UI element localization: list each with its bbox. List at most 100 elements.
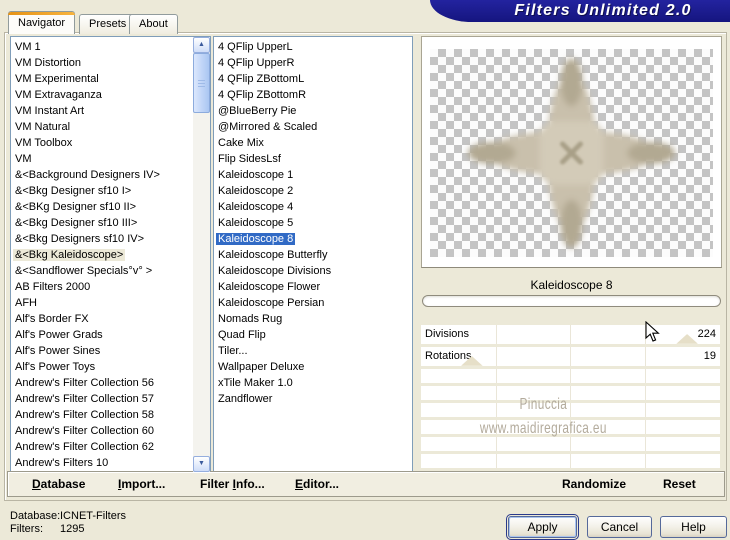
category-item[interactable]: Andrew's Filters 10 <box>13 456 190 472</box>
filter-item[interactable]: Nomads Rug <box>216 312 410 328</box>
filter-item[interactable]: 4 QFlip UpperR <box>216 56 410 72</box>
category-item-label: Andrew's Filter Collection 57 <box>15 393 155 405</box>
scrollbar-thumb[interactable] <box>193 53 210 113</box>
category-item[interactable]: &<Bkg Designer sf10 I> <box>13 184 190 200</box>
category-item[interactable]: &<Sandflower Specials°v° > <box>13 264 190 280</box>
slider-divisions[interactable]: Divisions 224 <box>421 325 720 344</box>
category-item-label: &<Background Designers IV> <box>15 169 160 181</box>
database-button[interactable]: Database <box>32 477 85 491</box>
tab-about[interactable]: About <box>129 14 178 34</box>
filter-item-label: Kaleidoscope Butterfly <box>218 249 328 261</box>
reset-button[interactable]: Reset <box>663 477 696 491</box>
category-item[interactable]: Andrew's Filter Collection 58 <box>13 408 190 424</box>
category-item[interactable]: Andrew's Filter Collection 60 <box>13 424 190 440</box>
preview-pane[interactable] <box>421 36 722 268</box>
filter-item[interactable]: Quad Flip <box>216 328 410 344</box>
category-item-label: &<Bkg Designers sf10 IV> <box>15 233 145 245</box>
category-item[interactable]: VM 1 <box>13 40 190 56</box>
category-item[interactable]: &<Bkg Designers sf10 IV> <box>13 232 190 248</box>
filter-item[interactable]: xTile Maker 1.0 <box>216 376 410 392</box>
filter-item[interactable]: Kaleidoscope Flower <box>216 280 410 296</box>
filter-item-label: Kaleidoscope Divisions <box>218 265 332 277</box>
filter-item[interactable]: Kaleidoscope 8 <box>216 232 410 248</box>
filter-item[interactable]: Kaleidoscope 1 <box>216 168 410 184</box>
filter-item[interactable]: Cake Mix <box>216 136 410 152</box>
slider-stack: Divisions 224 Rotations 19 <box>421 325 720 471</box>
filter-item[interactable]: Kaleidoscope Persian <box>216 296 410 312</box>
category-item[interactable]: &<BKg Designer sf10 II> <box>13 200 190 216</box>
filter-info-button[interactable]: Filter Info... <box>200 477 265 491</box>
category-item[interactable]: &<Bkg Kaleidoscope> <box>13 248 190 264</box>
category-item[interactable]: Andrew's Filter Collection 62 <box>13 440 190 456</box>
category-item[interactable]: Alf's Border FX <box>13 312 190 328</box>
cancel-button[interactable]: Cancel <box>587 516 652 538</box>
category-item[interactable]: Alf's Power Toys <box>13 360 190 376</box>
randomize-button[interactable]: Randomize <box>562 477 626 491</box>
category-item[interactable]: Andrew's Filter Collection 57 <box>13 392 190 408</box>
slider-row-empty <box>421 420 720 434</box>
category-item-label: &<Bkg Designer sf10 III> <box>15 217 138 229</box>
tab-about-label: About <box>139 18 168 30</box>
filter-item[interactable]: Kaleidoscope 5 <box>216 216 410 232</box>
tab-navigator-label: Navigator <box>18 17 66 29</box>
filter-item[interactable]: Kaleidoscope 2 <box>216 184 410 200</box>
tab-navigator[interactable]: Navigator <box>8 11 76 34</box>
filter-item-label: xTile Maker 1.0 <box>218 377 293 389</box>
filter-list[interactable]: 4 QFlip UpperL 4 QFlip UpperR 4 QFlip ZBot… <box>213 36 413 473</box>
category-item[interactable]: Alf's Power Sines <box>13 344 190 360</box>
category-item[interactable]: VM Natural <box>13 120 190 136</box>
editor-button[interactable]: Editor... <box>295 477 339 491</box>
category-item-label: Alf's Border FX <box>15 313 89 325</box>
category-item-label: VM Instant Art <box>15 105 85 117</box>
category-item-label: VM 1 <box>15 41 41 53</box>
category-item-label: VM Extravaganza <box>15 89 102 101</box>
filter-item[interactable]: 4 QFlip ZBottomL <box>216 72 410 88</box>
category-item[interactable]: VM Distortion <box>13 56 190 72</box>
filter-item[interactable]: Zandflower <box>216 392 410 408</box>
import-button[interactable]: Import... <box>118 477 165 491</box>
category-item-label: AFH <box>15 297 37 309</box>
slider-divisions-thumb[interactable] <box>676 334 699 344</box>
filter-item[interactable]: Flip SidesLsf <box>216 152 410 168</box>
filter-item[interactable]: Tiler... <box>216 344 410 360</box>
category-item-label: VM Distortion <box>15 57 82 69</box>
category-item[interactable]: Alf's Power Grads <box>13 328 190 344</box>
slider-divisions-label: Divisions <box>425 328 470 340</box>
scroll-up-icon[interactable]: ▲ <box>193 37 210 53</box>
help-button[interactable]: Help <box>660 516 727 538</box>
category-item[interactable]: AB Filters 2000 <box>13 280 190 296</box>
category-item[interactable]: &<Bkg Designer sf10 III> <box>13 216 190 232</box>
filter-item[interactable]: Kaleidoscope Divisions <box>216 264 410 280</box>
slider-row-empty <box>421 403 720 417</box>
apply-button[interactable]: Apply <box>506 514 579 540</box>
filter-item[interactable]: 4 QFlip ZBottomR <box>216 88 410 104</box>
category-item[interactable]: VM Experimental <box>13 72 190 88</box>
tab-presets[interactable]: Presets <box>79 14 137 34</box>
category-item[interactable]: &<Background Designers IV> <box>13 168 190 184</box>
filter-item[interactable]: Kaleidoscope Butterfly <box>216 248 410 264</box>
category-item[interactable]: VM <box>13 152 190 168</box>
filter-item-label: @BlueBerry Pie <box>218 105 297 117</box>
status-filters-label: Filters: <box>10 523 43 535</box>
filter-item[interactable]: 4 QFlip UpperL <box>216 40 410 56</box>
category-item[interactable]: VM Instant Art <box>13 104 190 120</box>
category-item[interactable]: Andrew's Filter Collection 56 <box>13 376 190 392</box>
filter-item-label: Kaleidoscope Flower <box>218 281 321 293</box>
filter-item-label: 4 QFlip UpperL <box>218 41 293 53</box>
category-item[interactable]: VM Toolbox <box>13 136 190 152</box>
filter-item[interactable]: @BlueBerry Pie <box>216 104 410 120</box>
filter-item[interactable]: @Mirrored & Scaled <box>216 120 410 136</box>
slider-row-empty <box>421 454 720 468</box>
category-list[interactable]: VM 1 VM Distortion VM Experimental VM Extra… <box>10 36 211 473</box>
filter-item[interactable]: Kaleidoscope 4 <box>216 200 410 216</box>
window-title: Filters Unlimited 2.0 <box>514 2 692 19</box>
slider-rotations[interactable]: Rotations 19 <box>421 347 720 366</box>
scroll-down-icon[interactable]: ▼ <box>193 456 210 472</box>
category-item-label: &<Sandflower Specials°v° > <box>15 265 153 277</box>
filter-item-label: Cake Mix <box>218 137 264 149</box>
filter-item-label: Kaleidoscope 2 <box>218 185 294 197</box>
filter-item[interactable]: Wallpaper Deluxe <box>216 360 410 376</box>
category-scrollbar[interactable]: ▲ ▼ <box>193 37 210 472</box>
category-item[interactable]: AFH <box>13 296 190 312</box>
category-item[interactable]: VM Extravaganza <box>13 88 190 104</box>
